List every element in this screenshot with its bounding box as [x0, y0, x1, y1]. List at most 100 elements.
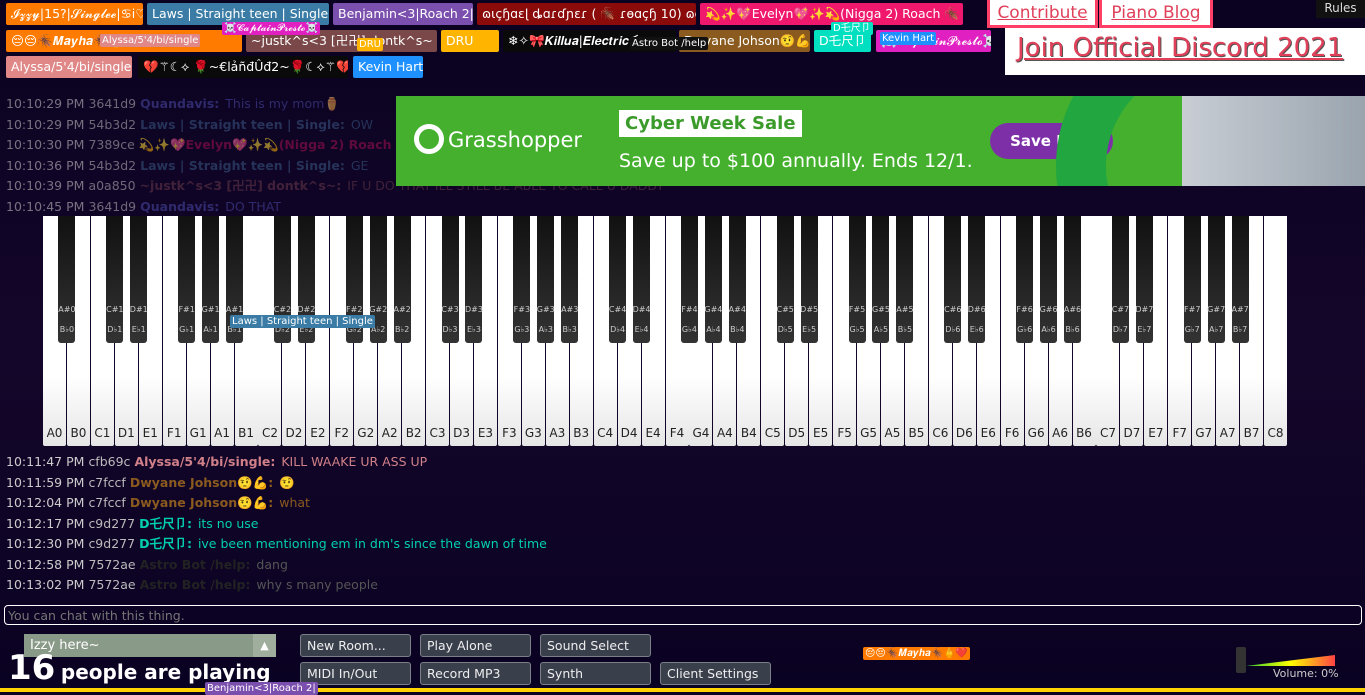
cursor-name-tag: Kevin Hart — [880, 32, 937, 45]
key-label: F1 — [166, 426, 182, 440]
black-key[interactable]: G#7 A♭7 — [1207, 216, 1225, 343]
black-key[interactable]: A#2 B♭2 — [393, 216, 411, 343]
grasshopper-logo-icon — [414, 124, 444, 154]
chat-timestamp: 10:10:39 PM — [6, 178, 85, 193]
chat-message: 10:12:17 PM c9d277 D乇尺卩: its no use — [6, 514, 547, 535]
key-label: G1 — [189, 426, 207, 440]
key-label: D♭4 — [610, 325, 626, 334]
rules-button[interactable]: Rules — [1316, 0, 1365, 18]
key-label: D7 — [1123, 426, 1141, 440]
key-label: D#2 — [297, 305, 316, 314]
advertisement-banner[interactable]: Grasshopper Cyber Week Sale Save up to $… — [396, 96, 1365, 186]
ad-photo — [1182, 96, 1365, 186]
sound-select-button[interactable]: Sound Select — [540, 634, 651, 657]
black-key[interactable]: C#5 D♭5 — [777, 216, 794, 343]
piano-keyboard[interactable]: A0 B0 C1 D1 E1 F1 G1 A1 B1 C2 D2 E2 F2 G2 A2 B2 C3 D3 E3 F3… — [43, 216, 1288, 446]
key-label: C3 — [429, 426, 446, 440]
chat-message: 10:13:02 PM 7572ae Astro Bot /help: why s m… — [6, 575, 547, 596]
chat-timestamp: 10:11:47 PM — [6, 454, 85, 469]
chat-username: Quandavis: — [140, 96, 220, 111]
key-label: D♭5 — [777, 325, 793, 334]
chat-timestamp: 10:12:58 PM — [6, 556, 85, 572]
key-label: D6 — [955, 426, 973, 440]
black-key[interactable]: F#4 G♭4 — [680, 216, 698, 343]
black-key[interactable]: A#6 B♭6 — [1064, 216, 1081, 343]
player-tag[interactable]: Kevin Hart — [353, 56, 423, 78]
key-label: B♭0 — [59, 325, 75, 334]
black-key[interactable]: F#5 G♭5 — [848, 216, 866, 343]
player-tag[interactable]: DRU — [441, 30, 499, 52]
black-key[interactable]: C#4 D♭4 — [609, 216, 626, 343]
chat-text: 🤨 — [279, 474, 295, 490]
player-count-label: people are playing — [60, 660, 271, 684]
chat-text: its no use — [197, 515, 259, 531]
player-tag[interactable]: 💔⚚☾⟡ 🌹~€lảñđÛđ2~🌹☾⟡⚚💔 — [138, 56, 348, 78]
black-key[interactable]: F#7 G♭7 — [1183, 216, 1201, 343]
key-label: G♭1 — [179, 325, 195, 334]
black-key[interactable]: D#5 E♭5 — [800, 216, 819, 343]
piano-blog-link[interactable]: Piano Blog — [1099, 0, 1213, 28]
discord-link[interactable]: Join Official Discord 2021 — [1017, 33, 1343, 63]
black-key[interactable]: C#3 D♭3 — [441, 216, 459, 343]
black-key[interactable]: D#3 E♭3 — [465, 216, 483, 343]
black-key[interactable]: G#1 A♭1 — [202, 216, 220, 343]
key-label: C#7 — [1111, 305, 1130, 314]
key-label: A3 — [549, 426, 566, 440]
key-label: E♭1 — [131, 325, 146, 334]
key-label: A4 — [716, 426, 733, 440]
synth-button[interactable]: Synth — [540, 662, 651, 685]
black-key[interactable]: D#7 E♭7 — [1135, 216, 1153, 343]
key-label: G5 — [860, 426, 877, 440]
key-label: C2 — [261, 426, 278, 440]
player-tag[interactable]: Alyssa/5'4/bi/single — [6, 56, 132, 78]
black-key[interactable]: C#7 D♭7 — [1112, 216, 1129, 343]
volume-track[interactable] — [1246, 655, 1335, 666]
player-tag[interactable]: 𝓘𝔃𝔃𝔂|15?|𝓢𝓲𝓷𝓰𝓵𝓮𝓮|♋i♡ — [6, 3, 143, 25]
chat-input[interactable] — [4, 605, 1362, 625]
key-label: F7 — [1172, 426, 1188, 440]
black-key[interactable]: G#6 A♭6 — [1040, 216, 1058, 343]
black-key[interactable]: F#3 G♭3 — [513, 216, 531, 343]
black-key[interactable]: A#7 B♭7 — [1231, 216, 1249, 343]
key-label: B♭7 — [1232, 325, 1248, 334]
chat-timestamp: 10:12:30 PM — [6, 536, 85, 551]
key-label: A#3 — [561, 305, 579, 314]
chat-user-id: 7389ce — [88, 137, 135, 152]
contribute-link[interactable]: Contribute — [987, 0, 1098, 28]
volume-knob[interactable] — [1236, 647, 1246, 673]
white-key[interactable]: C8 — [1264, 216, 1288, 446]
key-label: D#6 — [967, 305, 986, 314]
black-key[interactable]: F#1 G♭1 — [178, 216, 196, 343]
black-key[interactable]: G#4 A♭4 — [704, 216, 722, 343]
black-key[interactable]: G#5 A♭5 — [872, 216, 890, 343]
key-label: A6 — [1052, 426, 1068, 440]
black-key[interactable]: D#1 E♭1 — [130, 216, 148, 343]
black-key[interactable]: D#4 E♭4 — [633, 216, 651, 343]
black-key[interactable]: A#5 B♭5 — [896, 216, 914, 343]
chat-username: Astro Bot /help: — [139, 556, 251, 572]
black-key[interactable]: A#0 B♭0 — [58, 216, 76, 343]
player-tag[interactable]: Benjamin<3|Roach 2| — [333, 3, 473, 25]
chat-message: 10:10:45 PM 3641d9 Quandavis: DO THAT — [6, 197, 1006, 218]
chat-user-id: c9d277 — [88, 536, 136, 551]
key-label: D1 — [117, 426, 135, 440]
play-alone-button[interactable]: Play Alone — [420, 634, 531, 657]
chat-text: KILL WAAKE UR ASS UP — [281, 454, 428, 469]
key-label: F2 — [334, 426, 350, 440]
chat-timestamp: 10:10:29 PM — [6, 116, 85, 132]
black-key[interactable]: A#4 B♭4 — [729, 216, 746, 343]
player-count-number: 16 — [8, 648, 56, 688]
record-mp3-button[interactable]: Record MP3 — [420, 662, 531, 685]
black-key[interactable]: C#6 D♭6 — [944, 216, 961, 343]
key-label: F#1 — [178, 305, 195, 314]
black-key[interactable]: A#3 B♭3 — [561, 216, 578, 343]
black-key[interactable]: D#6 E♭6 — [967, 216, 986, 343]
black-key[interactable]: F#6 G♭6 — [1016, 216, 1034, 343]
player-tag[interactable]: ɷɩçɧɑɛɭ ȡɑɾɗɲɛɾ ( 🪳 ɾɵɑçɧ 10) ɷɵɲɩ — [477, 3, 696, 25]
key-label: G7 — [1195, 426, 1213, 440]
black-key[interactable]: C#1 D♭1 — [106, 216, 124, 343]
black-key[interactable]: G#3 A♭3 — [537, 216, 555, 343]
key-label: D#5 — [800, 305, 819, 314]
client-settings-button[interactable]: Client Settings — [660, 662, 771, 685]
new-room-button[interactable]: New Room... — [300, 634, 411, 657]
